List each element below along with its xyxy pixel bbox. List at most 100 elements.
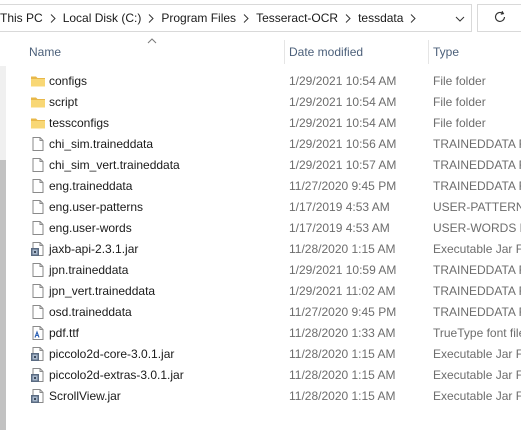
- file-row[interactable]: piccolo2d-extras-3.0.1.jar 11/28/2020 1:1…: [0, 365, 521, 386]
- folder-icon: [30, 94, 46, 110]
- file-row[interactable]: chi_sim.traineddata 1/29/2021 10:56 AM TRA…: [0, 134, 521, 155]
- file-type: File folder: [433, 74, 486, 88]
- file-icon: [30, 283, 46, 299]
- file-type: TRAINEDDATA File: [433, 179, 521, 193]
- jar-file-icon: [30, 388, 46, 404]
- file-date-modified: 1/29/2021 10:57 AM: [289, 158, 397, 172]
- file-date-modified: 1/17/2019 4:53 AM: [289, 200, 390, 214]
- file-name: ScrollView.jar: [49, 389, 121, 403]
- column-divider[interactable]: [284, 40, 285, 64]
- file-name: configs: [49, 74, 88, 88]
- file-date-modified: 1/29/2021 11:02 AM: [289, 284, 396, 298]
- file-date-modified: 11/27/2020 9:45 PM: [289, 305, 397, 319]
- file-type: File folder: [433, 116, 486, 130]
- font-file-icon: [30, 325, 46, 341]
- file-date-modified: 11/28/2020 1:15 AM: [289, 389, 396, 403]
- jar-file-icon: [30, 241, 46, 257]
- file-date-modified: 1/29/2021 10:54 AM: [289, 95, 397, 109]
- column-header-type[interactable]: Type: [433, 38, 459, 66]
- file-type: TRAINEDDATA File: [433, 263, 521, 277]
- breadcrumb-separator-icon[interactable]: [144, 5, 158, 31]
- file-date-modified: 1/29/2021 10:54 AM: [289, 116, 397, 130]
- breadcrumb-program-files[interactable]: Program Files: [158, 5, 239, 31]
- file-type: TrueType font file: [433, 326, 521, 340]
- file-type: USER-PATTERNS File: [433, 200, 521, 214]
- file-name: piccolo2d-core-3.0.1.jar: [49, 347, 175, 361]
- file-type: File folder: [433, 95, 486, 109]
- file-row[interactable]: chi_sim_vert.traineddata 1/29/2021 10:57 …: [0, 155, 521, 176]
- file-date-modified: 1/29/2021 10:59 AM: [289, 263, 397, 277]
- file-date-modified: 11/27/2020 9:45 PM: [289, 179, 397, 193]
- column-header-name[interactable]: Name: [29, 38, 61, 66]
- file-name: chi_sim_vert.traineddata: [49, 158, 180, 172]
- file-name: jpn.traineddata: [49, 263, 129, 277]
- file-row[interactable]: jpn_vert.traineddata 1/29/2021 11:02 AM TR…: [0, 281, 521, 302]
- file-name: jpn_vert.traineddata: [49, 284, 156, 298]
- jar-file-icon: [30, 367, 46, 383]
- breadcrumb-separator-icon[interactable]: [341, 5, 355, 31]
- sort-ascending-icon: [147, 38, 157, 44]
- address-bar[interactable]: This PC Local Disk (C:) Program Files Te…: [0, 4, 472, 32]
- address-history-chevron-down-icon[interactable]: [455, 13, 465, 23]
- file-type: TRAINEDDATA File: [433, 305, 521, 319]
- file-row[interactable]: jaxb-api-2.3.1.jar 11/28/2020 1:15 AM Exec…: [0, 239, 521, 260]
- file-type: TRAINEDDATA File: [433, 137, 521, 151]
- breadcrumb-tesseract-ocr[interactable]: Tesseract-OCR: [253, 5, 341, 31]
- file-name: eng.user-patterns: [49, 200, 144, 214]
- breadcrumb-separator-icon[interactable]: [239, 5, 253, 31]
- file-type: Executable Jar File: [433, 368, 521, 382]
- breadcrumb-separator-icon[interactable]: [406, 5, 420, 31]
- file-name: pdf.ttf: [49, 326, 80, 340]
- file-date-modified: 1/29/2021 10:56 AM: [289, 137, 397, 151]
- file-row[interactable]: osd.traineddata 11/27/2020 9:45 PM TRAINED…: [0, 302, 521, 323]
- breadcrumb-this-pc[interactable]: This PC: [0, 5, 46, 31]
- refresh-button[interactable]: [477, 4, 521, 32]
- file-row[interactable]: tessconfigs 1/29/2021 10:54 AM File folder: [0, 113, 521, 134]
- file-row[interactable]: configs 1/29/2021 10:54 AM File folder: [0, 71, 521, 92]
- breadcrumb-tessdata[interactable]: tessdata: [355, 5, 406, 31]
- file-row[interactable]: eng.user-words 1/17/2019 4:53 AM USER-WORD…: [0, 218, 521, 239]
- file-row[interactable]: eng.user-patterns 1/17/2019 4:53 AM USER-P…: [0, 197, 521, 218]
- file-name: script: [49, 95, 78, 109]
- folder-icon: [30, 73, 46, 89]
- column-header-row: Name Date modified Type: [0, 38, 521, 66]
- address-bar-row: This PC Local Disk (C:) Program Files Te…: [0, 0, 521, 36]
- folder-icon: [30, 115, 46, 131]
- file-name: tessconfigs: [49, 116, 110, 130]
- file-type: Executable Jar File: [433, 347, 521, 361]
- file-icon: [30, 157, 46, 173]
- file-row[interactable]: script 1/29/2021 10:54 AM File folder: [0, 92, 521, 113]
- file-type: USER-WORDS File: [433, 221, 521, 235]
- column-divider[interactable]: [428, 40, 429, 64]
- jar-file-icon: [30, 346, 46, 362]
- file-row[interactable]: eng.traineddata 11/27/2020 9:45 PM TRAINED…: [0, 176, 521, 197]
- file-type: TRAINEDDATA File: [433, 284, 521, 298]
- file-icon: [30, 262, 46, 278]
- file-name: jaxb-api-2.3.1.jar: [49, 242, 139, 256]
- file-name: eng.traineddata: [49, 179, 133, 193]
- file-row[interactable]: ScrollView.jar 11/28/2020 1:15 AM Executab…: [0, 386, 521, 407]
- file-row[interactable]: piccolo2d-core-3.0.1.jar 11/28/2020 1:15 …: [0, 344, 521, 365]
- file-type: Executable Jar File: [433, 389, 521, 403]
- file-date-modified: 11/28/2020 1:33 AM: [289, 326, 396, 340]
- file-type: Executable Jar File: [433, 242, 521, 256]
- file-name: osd.traineddata: [49, 305, 132, 319]
- file-icon: [30, 178, 46, 194]
- column-header-date-modified[interactable]: Date modified: [289, 38, 363, 66]
- breadcrumb-local-disk[interactable]: Local Disk (C:): [60, 5, 145, 31]
- file-icon: [30, 220, 46, 236]
- file-date-modified: 1/17/2019 4:53 AM: [289, 221, 390, 235]
- file-name: eng.user-words: [49, 221, 132, 235]
- file-row[interactable]: jpn.traineddata 1/29/2021 10:59 AM TRAINED…: [0, 260, 521, 281]
- file-name: chi_sim.traineddata: [49, 137, 154, 151]
- file-date-modified: 1/29/2021 10:54 AM: [289, 74, 397, 88]
- file-type: TRAINEDDATA File: [433, 158, 521, 172]
- file-icon: [30, 136, 46, 152]
- refresh-icon: [493, 10, 507, 27]
- file-icon: [30, 199, 46, 215]
- file-row[interactable]: pdf.ttf 11/28/2020 1:33 AM TrueType font f…: [0, 323, 521, 344]
- file-name: piccolo2d-extras-3.0.1.jar: [49, 368, 184, 382]
- file-date-modified: 11/28/2020 1:15 AM: [289, 347, 396, 361]
- breadcrumb-separator-icon[interactable]: [46, 5, 60, 31]
- file-date-modified: 11/28/2020 1:15 AM: [289, 242, 396, 256]
